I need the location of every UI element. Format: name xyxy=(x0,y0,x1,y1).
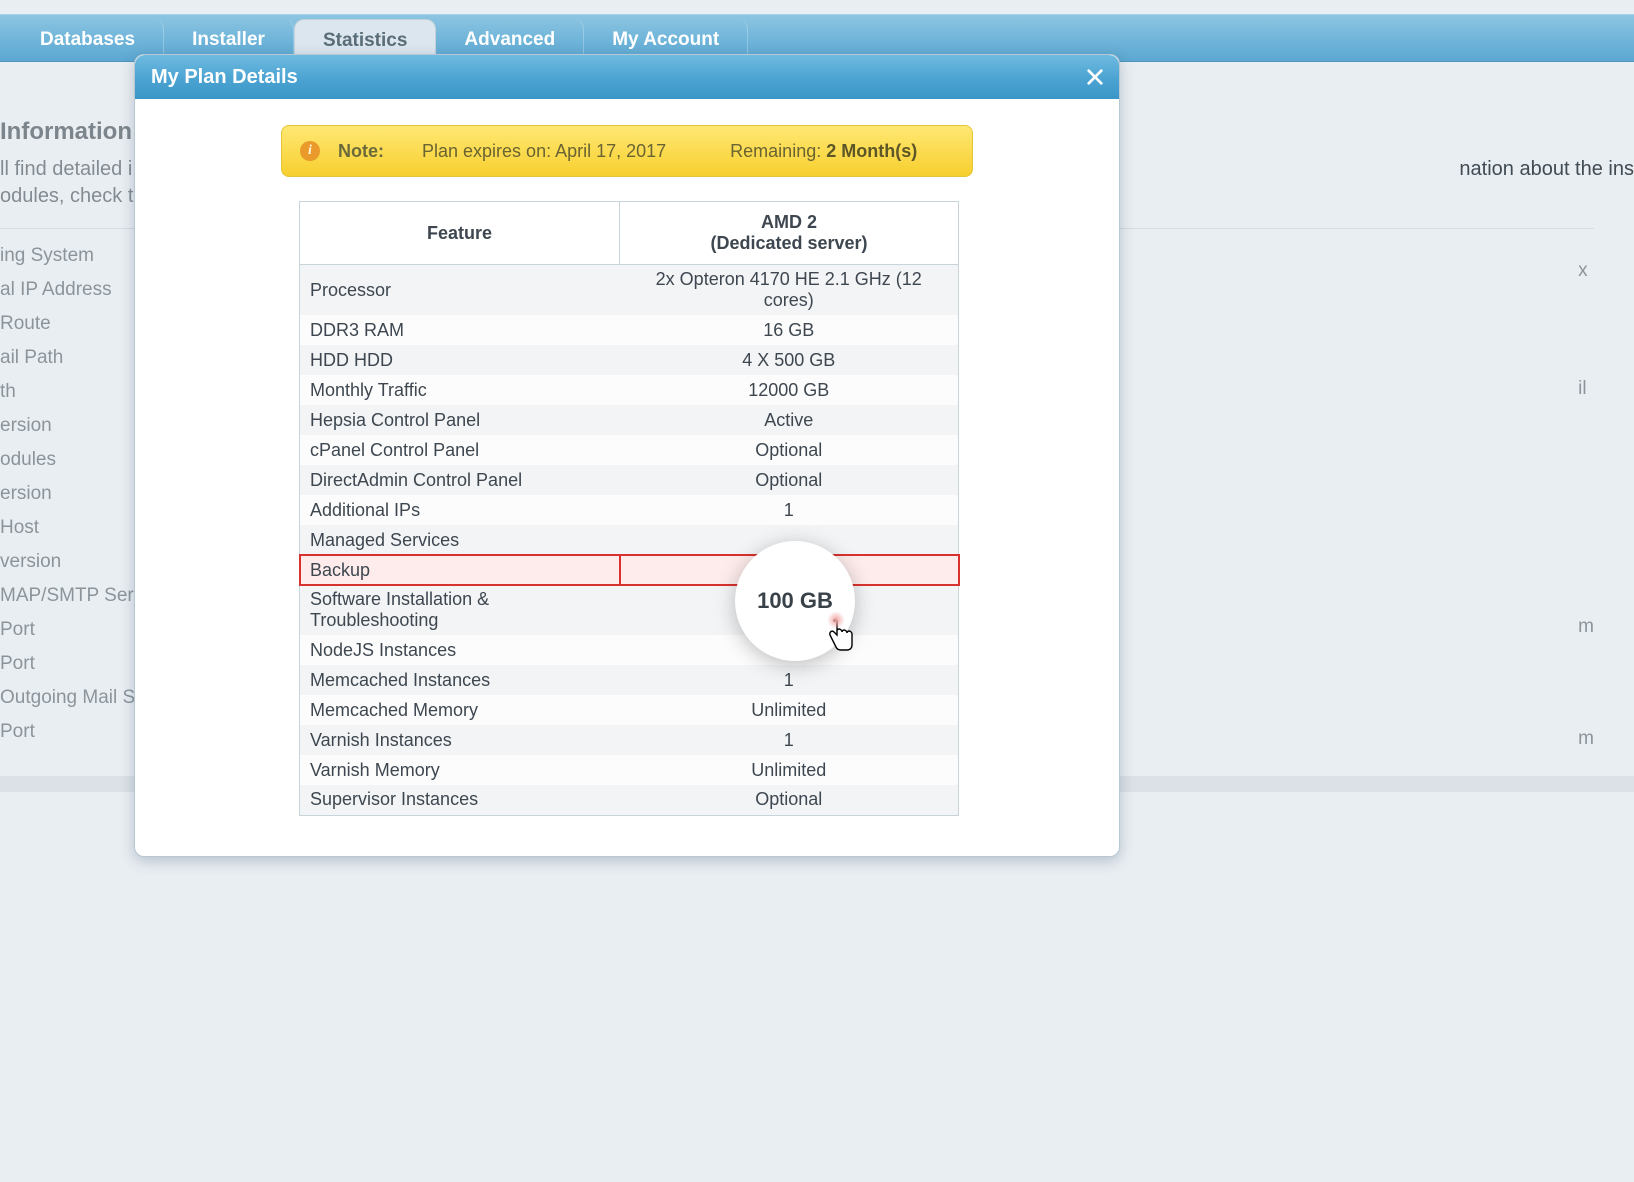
table-header-feature: Feature xyxy=(300,202,620,265)
background-right-hint-text: nation about the ins xyxy=(1459,154,1634,185)
plan-sub: (Dedicated server) xyxy=(628,233,950,254)
table-row: DDR3 RAM16 GB xyxy=(300,315,959,345)
feature-name: HDD HDD xyxy=(300,345,620,375)
table-row: Monthly Traffic12000 GB xyxy=(300,375,959,405)
feature-name: DirectAdmin Control Panel xyxy=(300,465,620,495)
background-right-fragment: m xyxy=(1578,616,1594,638)
feature-value: 1 xyxy=(620,725,959,755)
feature-value: Optional xyxy=(620,435,959,465)
feature-name: Managed Services xyxy=(300,525,620,555)
plan-details-modal: My Plan Details i Note: Plan expires on:… xyxy=(134,54,1120,857)
note-remaining-prefix: Remaining: xyxy=(730,141,826,161)
feature-name: Memcached Memory xyxy=(300,695,620,725)
table-row: HDD HDD4 X 500 GB xyxy=(300,345,959,375)
feature-name: Supervisor Instances xyxy=(300,785,620,815)
note-bar: i Note: Plan expires on: April 17, 2017 … xyxy=(281,125,973,177)
note-remaining-value: 2 Month(s) xyxy=(826,141,917,161)
table-row: Backup100 GB xyxy=(300,555,959,585)
background-intro-line1: ll find detailed i xyxy=(0,158,132,180)
feature-value: 16 GB xyxy=(620,315,959,345)
note-expires-prefix: Plan expires on: xyxy=(422,141,555,161)
table-row: Processor2x Opteron 4170 HE 2.1 GHz (12 … xyxy=(300,265,959,316)
feature-name: Monthly Traffic xyxy=(300,375,620,405)
feature-name: Hepsia Control Panel xyxy=(300,405,620,435)
feature-name: Varnish Memory xyxy=(300,755,620,785)
background-right-fragment: x xyxy=(1578,260,1594,282)
note-expires: Plan expires on: April 17, 2017 xyxy=(422,141,666,162)
feature-value: 100 GB xyxy=(620,555,959,585)
table-row: Memcached Instances1 xyxy=(300,665,959,695)
background-right-fragment: il xyxy=(1578,378,1594,400)
feature-name: DDR3 RAM xyxy=(300,315,620,345)
feature-value: 1 xyxy=(620,665,959,695)
table-row: DirectAdmin Control PanelOptional xyxy=(300,465,959,495)
feature-name: NodeJS Instances xyxy=(300,635,620,665)
table-row: cPanel Control PanelOptional xyxy=(300,435,959,465)
table-row: Managed Services xyxy=(300,525,959,555)
feature-value: Optional xyxy=(620,465,959,495)
modal-header: My Plan Details xyxy=(135,55,1119,99)
feature-name: Software Installation & Troubleshooting xyxy=(300,585,620,635)
feature-name: Varnish Instances xyxy=(300,725,620,755)
feature-value xyxy=(620,585,959,635)
feature-value: 1 xyxy=(620,635,959,665)
note-remaining: Remaining: 2 Month(s) xyxy=(730,141,917,162)
feature-value: 2x Opteron 4170 HE 2.1 GHz (12 cores) xyxy=(620,265,959,316)
table-row: Software Installation & Troubleshooting xyxy=(300,585,959,635)
feature-value: 1 xyxy=(620,495,959,525)
feature-value xyxy=(620,525,959,555)
feature-value: Active xyxy=(620,405,959,435)
table-row: Varnish MemoryUnlimited xyxy=(300,755,959,785)
plan-name: AMD 2 xyxy=(628,212,950,233)
modal-close-button[interactable] xyxy=(1081,63,1109,91)
feature-name: Processor xyxy=(300,265,620,316)
table-row: Hepsia Control PanelActive xyxy=(300,405,959,435)
background-right-hint: nation about the ins xyxy=(1459,154,1634,185)
feature-name: Additional IPs xyxy=(300,495,620,525)
info-icon: i xyxy=(300,141,320,161)
close-icon xyxy=(1086,68,1104,86)
feature-value: Unlimited xyxy=(620,755,959,785)
feature-name: cPanel Control Panel xyxy=(300,435,620,465)
table-row: Memcached MemoryUnlimited xyxy=(300,695,959,725)
modal-title: My Plan Details xyxy=(151,66,298,89)
note-label: Note: xyxy=(338,141,384,162)
feature-value: Optional xyxy=(620,785,959,815)
plan-feature-table: Feature AMD 2 (Dedicated server) Process… xyxy=(299,201,959,816)
feature-value: 12000 GB xyxy=(620,375,959,405)
table-row: Supervisor InstancesOptional xyxy=(300,785,959,815)
table-row: Additional IPs1 xyxy=(300,495,959,525)
feature-name: Backup xyxy=(300,555,620,585)
note-expires-value: April 17, 2017 xyxy=(555,141,666,161)
bg-right-list: xilmm xyxy=(1578,260,1594,348)
background-intro-line2: odules, check th xyxy=(0,185,145,207)
background-right-fragment: m xyxy=(1578,728,1594,750)
table-header-plan: AMD 2 (Dedicated server) xyxy=(620,202,959,265)
feature-name: Memcached Instances xyxy=(300,665,620,695)
feature-value: 4 X 500 GB xyxy=(620,345,959,375)
table-row: NodeJS Instances1 xyxy=(300,635,959,665)
table-row: Varnish Instances1 xyxy=(300,725,959,755)
feature-value: Unlimited xyxy=(620,695,959,725)
